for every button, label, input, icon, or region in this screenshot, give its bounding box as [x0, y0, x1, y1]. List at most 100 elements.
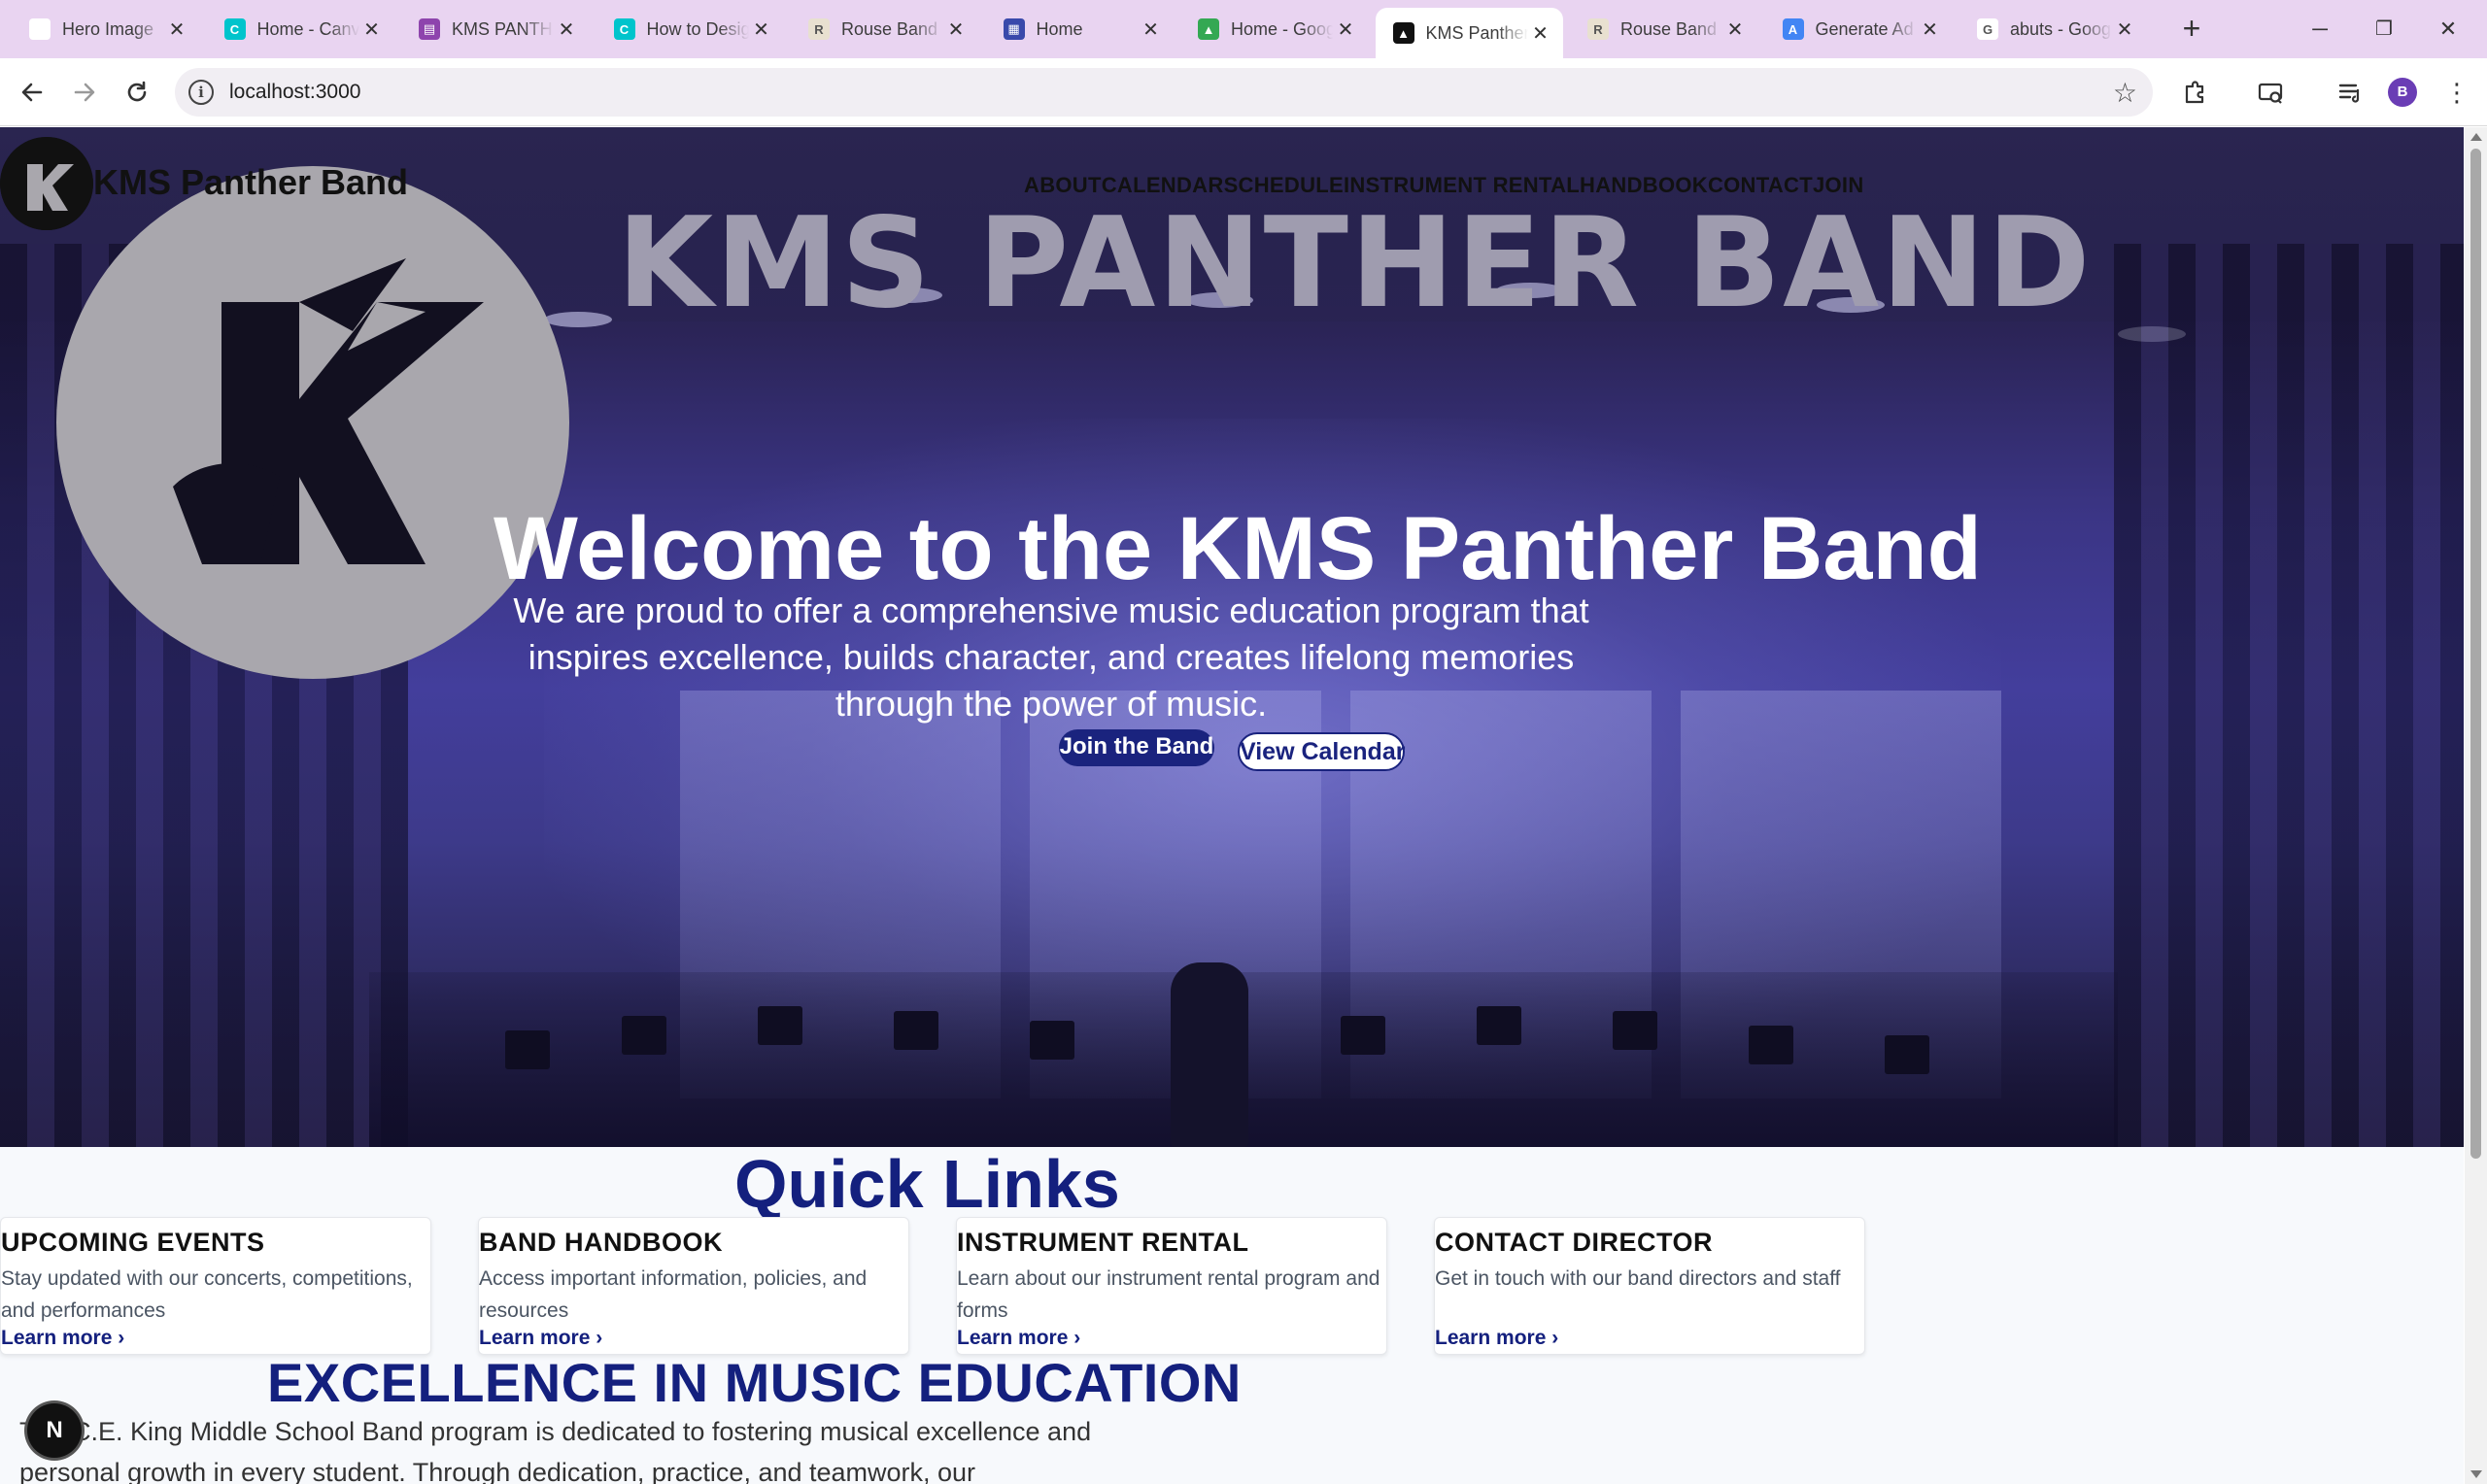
browser-tab[interactable]: ▦ Home ✕	[986, 9, 1174, 50]
quick-link-card-band-handbook[interactable]: BAND HANDBOOK Access important informati…	[478, 1217, 909, 1355]
view-calendar-button[interactable]: View Calendar	[1238, 732, 1405, 771]
close-tab-icon[interactable]: ✕	[1918, 17, 1943, 42]
scroll-down-icon[interactable]	[2470, 1470, 2482, 1478]
tab-title: Rouse Band	[1620, 18, 1718, 39]
media-control-icon[interactable]	[2252, 74, 2289, 111]
music-stand	[1341, 1016, 1385, 1055]
primary-nav: ABOUT CALENDAR SCHEDULE INSTRUMENT RENTA…	[1024, 173, 1864, 198]
new-tab-button[interactable]: +	[2176, 13, 2207, 45]
scrollbar-thumb[interactable]	[2470, 149, 2481, 1159]
quick-link-card-upcoming-events[interactable]: UPCOMING EVENTS Stay updated with our co…	[0, 1217, 431, 1355]
music-stand	[505, 1030, 550, 1069]
stage-curtain-right	[2114, 244, 2464, 1147]
card-title: CONTACT DIRECTOR	[1435, 1228, 1713, 1257]
nav-link-contact[interactable]: CONTACT	[1708, 173, 1813, 198]
browser-tab[interactable]: ▲ KMS Panther Band✕	[1375, 8, 1563, 58]
kebab-menu-icon[interactable]: ⋮	[2438, 74, 2475, 111]
site-logo[interactable]	[0, 137, 93, 230]
excellence-body: The C.E. King Middle School Band program…	[19, 1417, 1092, 1484]
close-tab-icon[interactable]: ✕	[1333, 17, 1358, 42]
close-tab-icon[interactable]: ✕	[749, 17, 774, 42]
reload-icon[interactable]	[119, 74, 155, 111]
profile-avatar[interactable]: B	[2388, 78, 2417, 107]
browser-tab[interactable]: R Rouse Band ✕	[791, 9, 978, 50]
music-stand	[622, 1016, 666, 1055]
dev-tools-badge[interactable]: N	[27, 1403, 82, 1458]
quick-link-card-contact-director[interactable]: CONTACT DIRECTOR Get in touch with our b…	[1434, 1217, 1865, 1355]
browser-tab[interactable]: ▲ Home - Google Drive✕	[1180, 9, 1368, 50]
site-info-icon[interactable]: i	[188, 80, 214, 105]
card-description: Learn about our instrument rental progra…	[957, 1267, 1380, 1322]
close-tab-icon[interactable]: ✕	[1528, 21, 1553, 46]
hero-subtitle: We are proud to offer a comprehensive mu…	[513, 590, 1589, 724]
nav-link-join[interactable]: JOIN	[1813, 173, 1864, 198]
tab-title: abuts - Google	[2010, 18, 2112, 39]
chevron-right-icon: ›	[596, 1327, 603, 1349]
music-stand	[1749, 1026, 1793, 1064]
tab-title: KMS Panther Band	[1425, 22, 1528, 43]
learn-more-link[interactable]: Learn more ›	[1, 1327, 124, 1350]
browser-tab[interactable]: Hero Image ✕	[12, 9, 199, 50]
minimize-icon[interactable]: ─	[2300, 14, 2339, 45]
panther-logo-large	[56, 166, 569, 679]
tab-title: Hero Image	[62, 18, 154, 39]
join-the-band-button[interactable]: Join the Band	[1059, 729, 1214, 766]
tab-favicon-icon: R	[1587, 18, 1609, 40]
learn-more-link[interactable]: Learn more ›	[479, 1327, 602, 1350]
browser-tab[interactable]: ▤ KMS PANTHER BAND✕	[401, 9, 589, 50]
nav-link-instrument-rental[interactable]: INSTRUMENT RENTAL	[1344, 173, 1580, 198]
browser-tab-strip: Hero Image✕CHome - Canva✕▤KMS PANTHER BA…	[0, 0, 2487, 58]
hero-section: KMS PANTHER BAND KMS Panther Band ABOUT …	[0, 127, 2464, 1147]
browser-toolbar: i localhost:3000 ☆ B ⋮	[0, 58, 2487, 126]
nav-link-schedule[interactable]: SCHEDULE	[1224, 173, 1344, 198]
tab-favicon-icon: A	[1782, 18, 1804, 40]
card-title: BAND HANDBOOK	[479, 1228, 723, 1257]
card-description: Access important information, policies, …	[479, 1267, 868, 1322]
browser-tab[interactable]: Gabuts - Google✕	[1959, 9, 2147, 50]
close-tab-icon[interactable]: ✕	[359, 17, 385, 42]
close-tab-icon[interactable]: ✕	[1139, 17, 1164, 42]
music-stand	[1477, 1006, 1521, 1045]
back-arrow-icon[interactable]	[14, 74, 51, 111]
close-tab-icon[interactable]: ✕	[164, 17, 189, 42]
tab-title: Home	[1036, 18, 1083, 39]
tab-favicon-icon: C	[613, 18, 635, 40]
close-tab-icon[interactable]: ✕	[2112, 17, 2137, 42]
restore-icon[interactable]: ❐	[2365, 14, 2403, 45]
music-stand	[758, 1006, 802, 1045]
scroll-up-icon[interactable]	[2470, 133, 2482, 141]
tab-favicon-icon: ▲	[1392, 22, 1414, 44]
quick-link-card-instrument-rental[interactable]: INSTRUMENT RENTAL Learn about our instru…	[956, 1217, 1387, 1355]
learn-more-link[interactable]: Learn more ›	[957, 1327, 1080, 1350]
card-title: UPCOMING EVENTS	[1, 1228, 265, 1257]
browser-tab[interactable]: A Generate Ad ✕	[1765, 9, 1953, 50]
learn-more-link[interactable]: Learn more ›	[1435, 1327, 1558, 1350]
tab-favicon-icon: ▦	[1003, 18, 1025, 40]
conductor-figure	[1171, 962, 1248, 1147]
site-title[interactable]: KMS Panther Band	[93, 162, 408, 203]
nav-link-handbook[interactable]: HANDBOOK	[1580, 173, 1708, 198]
close-tab-icon[interactable]: ✕	[943, 17, 969, 42]
card-title: INSTRUMENT RENTAL	[957, 1228, 1249, 1257]
music-stand	[1613, 1011, 1657, 1050]
forward-arrow-icon[interactable]	[66, 74, 103, 111]
puzzle-icon[interactable]	[2176, 74, 2213, 111]
chevron-right-icon: ›	[118, 1327, 125, 1349]
nav-link-about[interactable]: ABOUT	[1024, 173, 1102, 198]
close-tab-icon[interactable]: ✕	[1722, 17, 1748, 42]
card-description: Stay updated with our concerts, competit…	[1, 1267, 413, 1322]
close-window-icon[interactable]: ✕	[2429, 14, 2468, 45]
browser-tab[interactable]: R Rouse Band ✕	[1570, 9, 1757, 50]
page-viewport: KMS PANTHER BAND KMS Panther Band ABOUT …	[0, 127, 2464, 1484]
url-text[interactable]: localhost:3000	[229, 81, 360, 104]
browser-tab[interactable]: C Home - Canva ✕	[207, 9, 394, 50]
tab-favicon-icon: R	[808, 18, 830, 40]
browser-tab[interactable]: C How to Design✕	[596, 9, 784, 50]
address-bar[interactable]: i localhost:3000 ☆	[175, 68, 2153, 117]
close-tab-icon[interactable]: ✕	[554, 17, 579, 42]
reading-list-icon[interactable]	[2332, 74, 2368, 111]
nav-link-calendar[interactable]: CALENDAR	[1102, 173, 1224, 198]
page-scrollbar[interactable]	[2465, 127, 2487, 1484]
star-icon[interactable]: ☆	[2113, 77, 2137, 109]
card-description: Get in touch with our band directors and…	[1435, 1267, 1841, 1290]
